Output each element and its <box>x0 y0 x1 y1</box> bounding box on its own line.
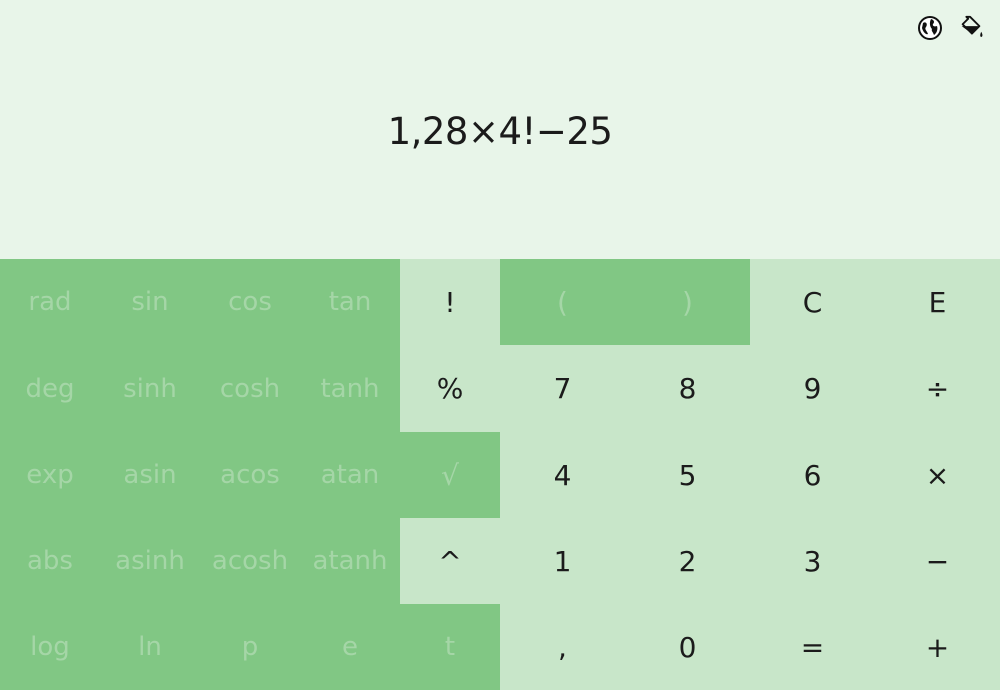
plus-button[interactable]: + <box>875 604 1000 690</box>
calculator-app: 1,28×4!−25 rad sin cos tan ! ( ) C E deg… <box>0 0 1000 690</box>
cosh-button[interactable]: cosh <box>200 345 300 432</box>
digit-8-button[interactable]: 8 <box>625 345 750 432</box>
divide-button[interactable]: ÷ <box>875 345 1000 432</box>
atanh-button[interactable]: atanh <box>300 518 400 604</box>
deg-button[interactable]: deg <box>0 345 100 432</box>
globe-icon[interactable] <box>916 14 944 42</box>
asin-button[interactable]: asin <box>100 432 200 518</box>
e-constant-button[interactable]: e <box>300 604 400 690</box>
log-button[interactable]: log <box>0 604 100 690</box>
tan-button[interactable]: tan <box>300 259 400 345</box>
clear-button[interactable]: C <box>750 259 875 345</box>
digit-7-button[interactable]: 7 <box>500 345 625 432</box>
display-area: 1,28×4!−25 <box>0 0 1000 259</box>
expression-display: 1,28×4!−25 <box>387 110 613 153</box>
pi-button[interactable]: p <box>200 604 300 690</box>
equals-button[interactable]: = <box>750 604 875 690</box>
abs-button[interactable]: abs <box>0 518 100 604</box>
power-button[interactable]: ^ <box>400 518 500 604</box>
acos-button[interactable]: acos <box>200 432 300 518</box>
digit-1-button[interactable]: 1 <box>500 518 625 604</box>
digit-3-button[interactable]: 3 <box>750 518 875 604</box>
digit-4-button[interactable]: 4 <box>500 432 625 518</box>
paint-bucket-icon[interactable] <box>957 14 985 42</box>
percent-button[interactable]: % <box>400 345 500 432</box>
tanh-button[interactable]: tanh <box>300 345 400 432</box>
digit-0-button[interactable]: 0 <box>625 604 750 690</box>
sinh-button[interactable]: sinh <box>100 345 200 432</box>
minus-button[interactable]: − <box>875 518 1000 604</box>
decimal-comma-button[interactable]: , <box>500 604 625 690</box>
right-paren-button[interactable]: ) <box>625 259 750 345</box>
ln-button[interactable]: ln <box>100 604 200 690</box>
sqrt-button[interactable]: √ <box>400 432 500 518</box>
cos-button[interactable]: cos <box>200 259 300 345</box>
multiply-button[interactable]: × <box>875 432 1000 518</box>
digit-9-button[interactable]: 9 <box>750 345 875 432</box>
digit-6-button[interactable]: 6 <box>750 432 875 518</box>
asinh-button[interactable]: asinh <box>100 518 200 604</box>
left-paren-button[interactable]: ( <box>500 259 625 345</box>
atan-button[interactable]: atan <box>300 432 400 518</box>
digit-5-button[interactable]: 5 <box>625 432 750 518</box>
backspace-button[interactable]: E <box>875 259 1000 345</box>
acosh-button[interactable]: acosh <box>200 518 300 604</box>
tau-button[interactable]: t <box>400 604 500 690</box>
rad-button[interactable]: rad <box>0 259 100 345</box>
sin-button[interactable]: sin <box>100 259 200 345</box>
digit-2-button[interactable]: 2 <box>625 518 750 604</box>
exp-button[interactable]: exp <box>0 432 100 518</box>
factorial-button[interactable]: ! <box>400 259 500 345</box>
